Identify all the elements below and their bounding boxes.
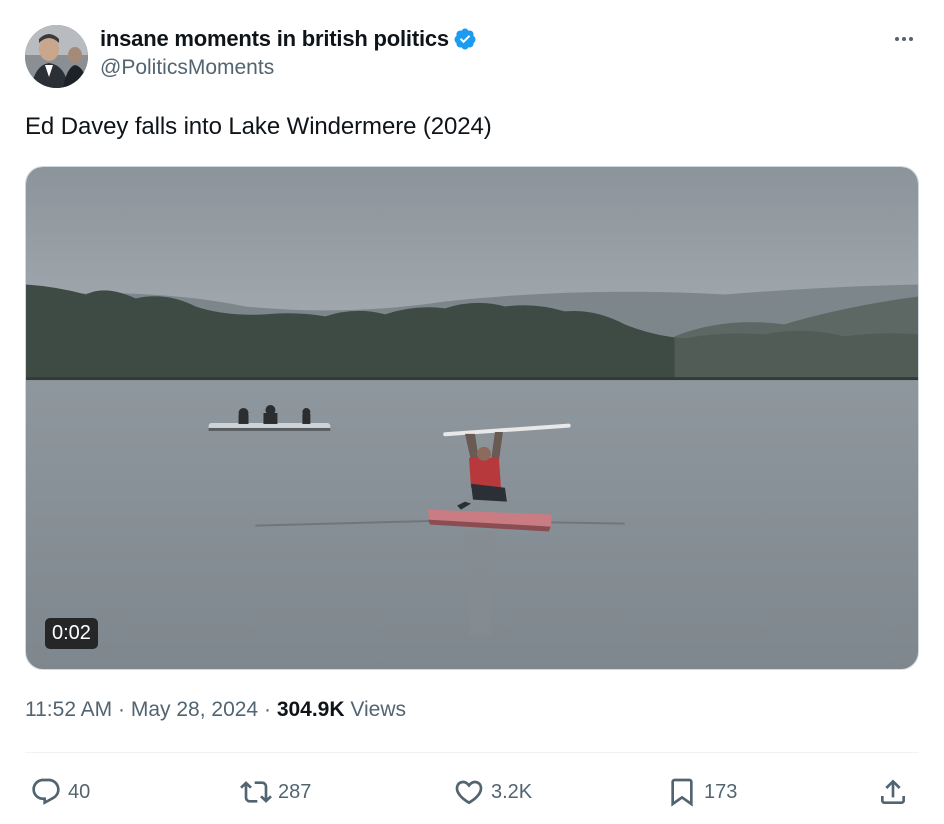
bookmark-button[interactable]: 173 <box>666 770 737 814</box>
more-icon[interactable] <box>891 26 917 52</box>
bookmark-count: 173 <box>704 780 738 803</box>
tweet-text: Ed Davey falls into Lake Windermere (202… <box>25 113 492 140</box>
reply-count: 40 <box>68 780 91 803</box>
meta-separator: · <box>118 698 126 721</box>
verified-icon[interactable] <box>453 27 477 51</box>
views-count: 304.9K <box>276 698 345 721</box>
tweet-header: insane moments in british politics @Poli… <box>25 22 919 90</box>
tweet-time[interactable]: 11:52 AM <box>25 698 112 721</box>
tweet-date[interactable]: May 28, 2024 <box>131 698 258 721</box>
bookmark-icon <box>671 778 693 807</box>
views-label: Views <box>350 698 407 721</box>
like-count: 3.2K <box>491 780 533 803</box>
repost-count: 287 <box>278 780 312 803</box>
tweet-meta: 11:52 AM · May 28, 2024 · 304.9K Views <box>25 698 406 722</box>
author-block: insane moments in british politics @Poli… <box>100 25 477 80</box>
video-player[interactable]: 0:02 <box>25 166 919 670</box>
like-icon <box>455 780 483 805</box>
meta-separator: · <box>263 698 271 721</box>
share-button[interactable] <box>877 770 909 814</box>
like-button[interactable]: 3.2K <box>453 770 532 814</box>
divider <box>25 752 919 753</box>
reply-button[interactable]: 40 <box>30 770 90 814</box>
action-bar: 40 287 3.2K 173 <box>0 770 944 814</box>
video-frame <box>26 167 918 669</box>
video-duration: 0:02 <box>45 618 98 649</box>
avatar[interactable] <box>25 25 88 88</box>
repost-button[interactable]: 287 <box>240 770 311 814</box>
author-handle[interactable]: @PoliticsMoments <box>100 56 477 80</box>
author-name[interactable]: insane moments in british politics <box>100 26 449 52</box>
repost-icon <box>240 781 272 803</box>
share-icon <box>881 779 905 804</box>
reply-icon <box>32 778 60 805</box>
